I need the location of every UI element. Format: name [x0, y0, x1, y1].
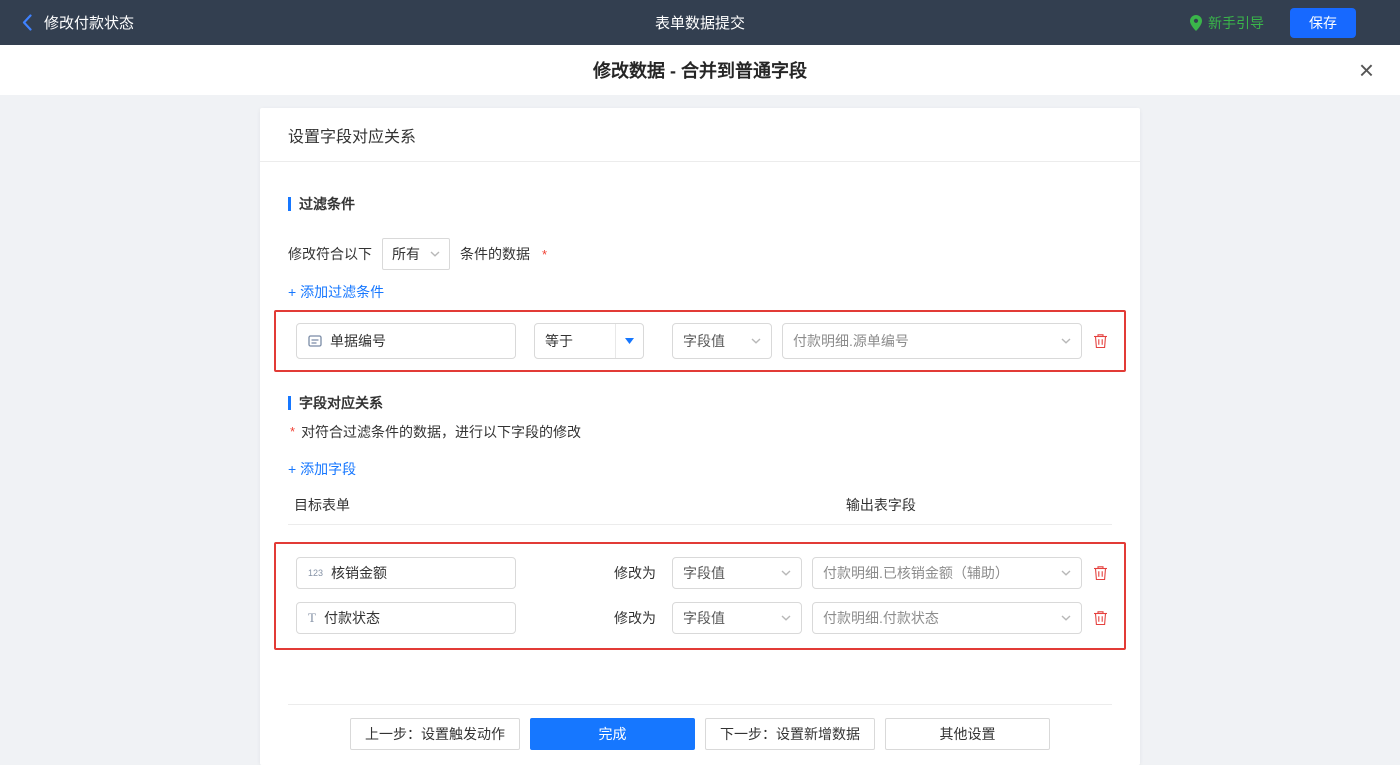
filter-field-selector[interactable]: 单据编号 — [296, 323, 516, 359]
done-button[interactable]: 完成 — [530, 718, 695, 750]
add-field-link[interactable]: + 添加字段 — [288, 459, 356, 479]
trash-icon — [1094, 611, 1107, 626]
topbar: 修改付款状态 表单数据提交 新手引导 保存 — [0, 0, 1400, 45]
chevron-down-icon — [781, 570, 791, 576]
field-mapping-group: 123 核销金额 修改为 字段值 付款明细.已核销金额（辅助） T 付款状态 修… — [274, 542, 1126, 650]
target-field-label: 核销金额 — [331, 565, 388, 581]
value-type-select[interactable]: 字段值 — [672, 557, 802, 589]
output-field-value: 付款明细.已核销金额（辅助） — [823, 565, 1009, 581]
back-icon[interactable] — [22, 14, 32, 31]
filter-section-title: 过滤条件 — [288, 194, 1112, 214]
target-field-selector[interactable]: T 付款状态 — [296, 602, 516, 634]
required-asterisk: * — [290, 424, 296, 439]
target-field-label: 付款状态 — [323, 610, 380, 626]
save-button[interactable]: 保存 — [1290, 7, 1356, 38]
mapping-section-title: 字段对应关系 — [288, 393, 1112, 413]
topbar-back-group[interactable]: 修改付款状态 — [22, 12, 134, 33]
mapping-description: 对符合过滤条件的数据，进行以下字段的修改 — [301, 424, 582, 440]
mapping-column-headers: 目标表单 输出表字段 — [288, 495, 1112, 525]
location-pin-icon — [1190, 14, 1202, 31]
required-asterisk: * — [542, 246, 548, 262]
filter-condition-row: 单据编号 等于 字段值 付款明细.源单编号 — [276, 312, 1124, 370]
delete-mapping-row-button[interactable] — [1091, 608, 1110, 628]
panel-footer: 上一步：设置触发动作 完成 下一步：设置新增数据 其他设置 — [288, 704, 1112, 765]
value-type-select[interactable]: 字段值 — [672, 602, 802, 634]
guide-label: 新手引导 — [1208, 14, 1264, 31]
operator-value: 等于 — [545, 333, 573, 349]
output-field-column-header: 输出表字段 — [845, 497, 916, 513]
panel-title: 设置字段对应关系 — [260, 108, 1140, 162]
add-filter-condition-link[interactable]: + 添加过滤条件 — [288, 282, 384, 302]
chevron-down-icon — [781, 615, 791, 621]
panel-body: 过滤条件 修改符合以下 所有 条件的数据 * + 添加过滤条件 单据编号 等于 … — [260, 194, 1140, 765]
guide-link[interactable]: 新手引导 — [1190, 13, 1264, 33]
dialog-header: 修改数据 - 合并到普通字段 × — [0, 45, 1400, 95]
value-type-select[interactable]: 字段值 — [672, 323, 772, 359]
filter-conditions-group: 单据编号 等于 字段值 付款明细.源单编号 — [274, 310, 1126, 372]
other-settings-button[interactable]: 其他设置 — [885, 718, 1050, 750]
target-field-selector[interactable]: 123 核销金额 — [296, 557, 516, 589]
prev-step-button[interactable]: 上一步：设置触发动作 — [350, 718, 520, 750]
intro-prefix-label: 修改符合以下 — [288, 246, 372, 262]
chevron-down-icon — [751, 338, 761, 344]
filter-value-select[interactable]: 付款明细.源单编号 — [782, 323, 1082, 359]
filter-value: 付款明细.源单编号 — [793, 333, 909, 349]
value-type-value: 字段值 — [683, 610, 725, 626]
next-step-button[interactable]: 下一步：设置新增数据 — [705, 718, 875, 750]
dialog-title: 修改数据 - 合并到普通字段 — [593, 61, 807, 81]
mapping-section-label: 字段对应关系 — [299, 395, 383, 411]
chevron-down-icon — [430, 251, 440, 257]
trash-icon — [1094, 334, 1107, 349]
filter-field-label: 单据编号 — [330, 333, 386, 349]
match-mode-value: 所有 — [392, 246, 420, 262]
field-mapping-row: 123 核销金额 修改为 字段值 付款明细.已核销金额（辅助） — [276, 557, 1124, 589]
intro-suffix-label: 条件的数据 — [460, 246, 530, 262]
delete-mapping-row-button[interactable] — [1091, 563, 1110, 583]
number-field-icon: 123 — [308, 568, 324, 578]
text-field-icon: T — [308, 610, 316, 625]
value-type-value: 字段值 — [683, 333, 725, 349]
chevron-down-icon — [1061, 615, 1071, 621]
modify-to-label: 修改为 — [614, 610, 656, 626]
value-type-value: 字段值 — [683, 565, 725, 581]
output-field-value: 付款明细.付款状态 — [823, 610, 939, 626]
section-bar-icon — [288, 396, 291, 410]
output-field-select[interactable]: 付款明细.已核销金额（辅助） — [812, 557, 1082, 589]
target-form-column-header: 目标表单 — [294, 497, 350, 513]
form-field-icon — [308, 334, 322, 348]
caret-down-icon[interactable] — [615, 324, 643, 358]
trash-icon — [1094, 566, 1107, 581]
section-bar-icon — [288, 197, 291, 211]
close-icon[interactable]: × — [1359, 57, 1374, 83]
chevron-down-icon — [1061, 570, 1071, 576]
filter-intro-row: 修改符合以下 所有 条件的数据 * — [288, 238, 1112, 270]
delete-filter-row-button[interactable] — [1091, 331, 1110, 351]
filter-section-label: 过滤条件 — [299, 196, 355, 212]
output-field-select[interactable]: 付款明细.付款状态 — [812, 602, 1082, 634]
mapping-description-row: * 对符合过滤条件的数据，进行以下字段的修改 — [288, 422, 1112, 442]
field-mapping-row: T 付款状态 修改为 字段值 付款明细.付款状态 — [276, 602, 1124, 634]
back-label[interactable]: 修改付款状态 — [44, 12, 134, 33]
chevron-down-icon — [1061, 338, 1071, 344]
dialog-body: 设置字段对应关系 过滤条件 修改符合以下 所有 条件的数据 * + 添加过滤条件… — [0, 95, 1400, 765]
modify-to-label: 修改为 — [614, 565, 656, 581]
match-mode-select[interactable]: 所有 — [382, 238, 450, 270]
settings-panel: 设置字段对应关系 过滤条件 修改符合以下 所有 条件的数据 * + 添加过滤条件… — [260, 108, 1140, 765]
operator-select[interactable]: 等于 — [534, 323, 644, 359]
topbar-actions: 新手引导 保存 — [1190, 7, 1356, 38]
